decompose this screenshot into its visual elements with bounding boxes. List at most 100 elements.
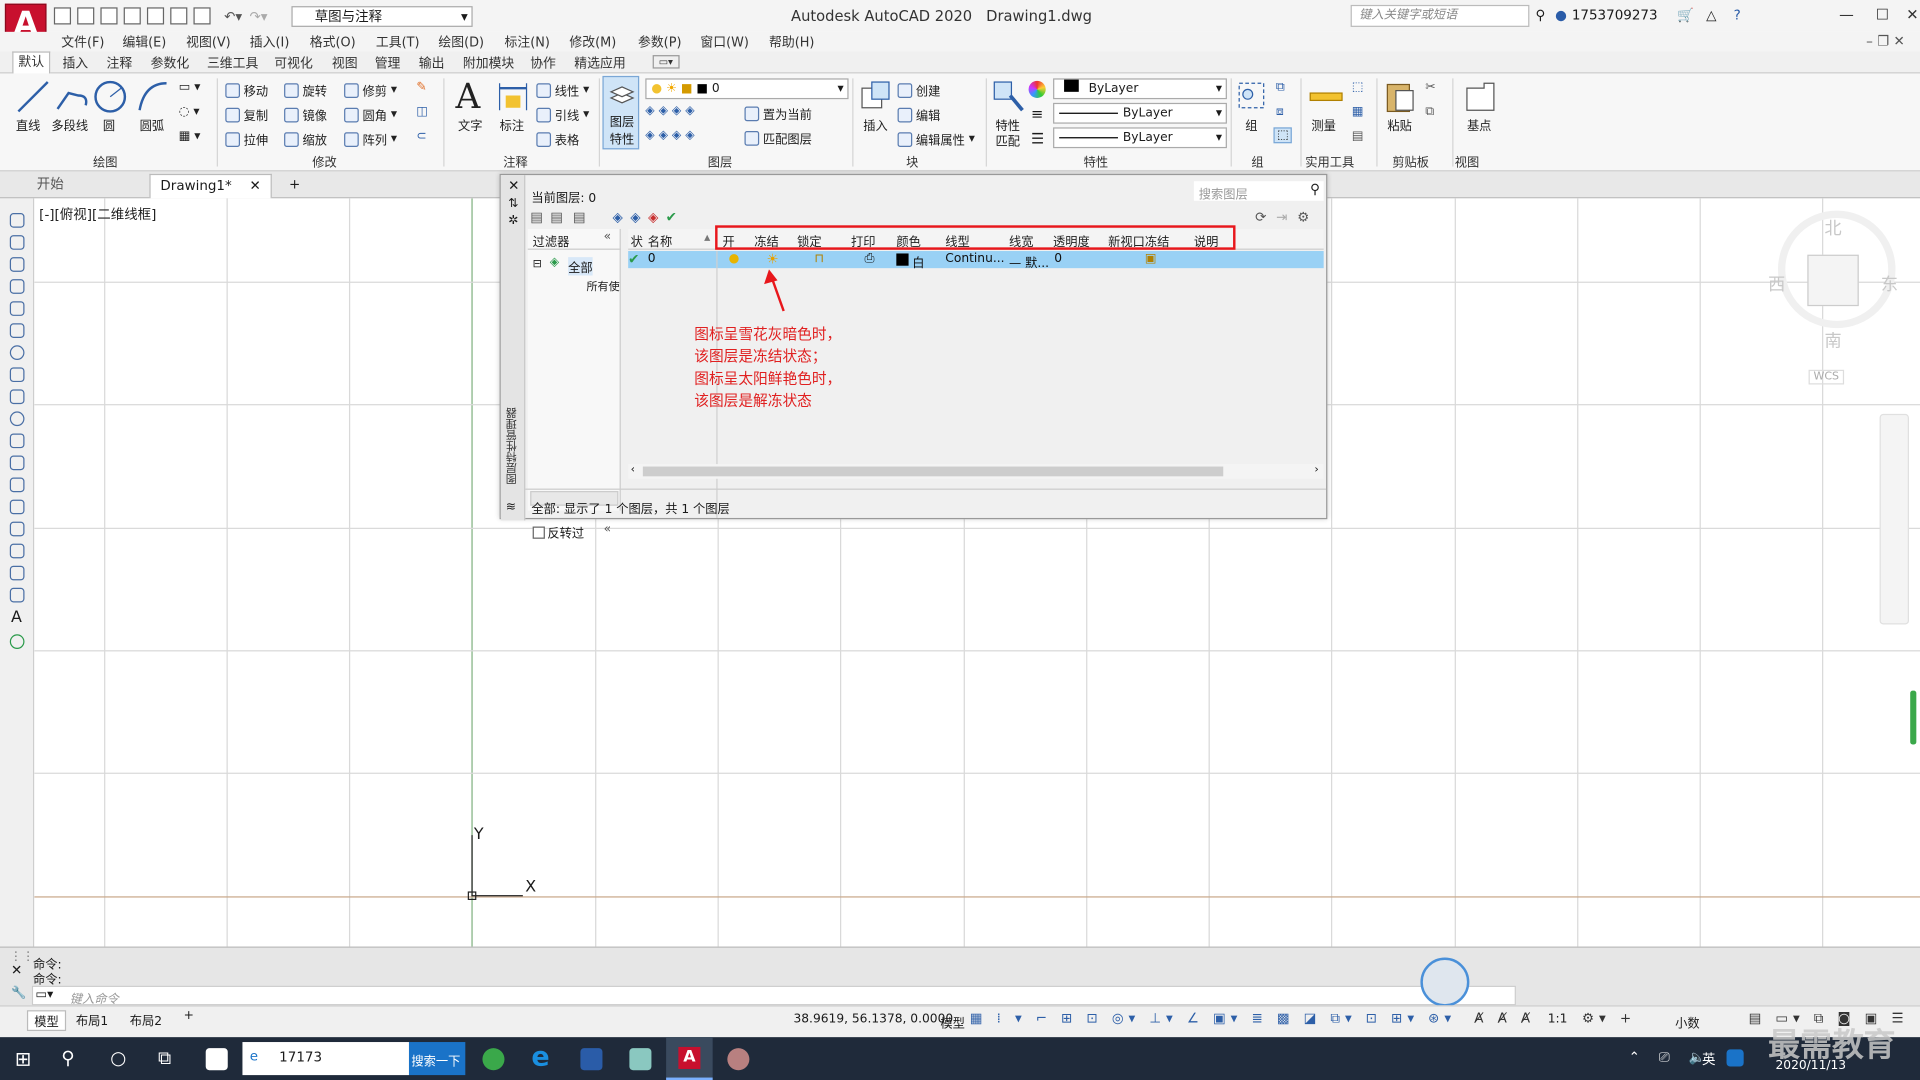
count-icon[interactable]: ▦ xyxy=(1352,105,1364,118)
refresh-icon[interactable]: ⟳ xyxy=(1255,209,1266,225)
doc-window-controls[interactable]: – ❐ ✕ xyxy=(1866,33,1905,49)
table-hscrollbar[interactable]: ‹ › xyxy=(628,464,1324,479)
minimize-icon[interactable]: — xyxy=(1839,6,1854,23)
new-tab-button[interactable]: + xyxy=(279,174,300,198)
close-palette-icon[interactable]: ✕ xyxy=(508,178,519,194)
expand-filters-icon[interactable]: « xyxy=(604,523,612,536)
app-round-icon[interactable] xyxy=(727,1048,750,1071)
quick-select-icon[interactable]: ⬚ xyxy=(1352,81,1364,94)
menu-dimension[interactable]: 标注(N) xyxy=(504,33,549,51)
layer-dropdown[interactable]: ● ☀ ■ ■ 0 ▾ xyxy=(645,78,849,100)
taskbar-search-button[interactable]: 搜索一下 xyxy=(408,1042,466,1076)
edit-block-button[interactable]: 编辑 xyxy=(897,105,940,124)
tab-view[interactable]: 视图 xyxy=(332,54,358,72)
new-property-filter-icon[interactable]: ▤ xyxy=(530,209,543,225)
cortana-icon[interactable]: ○ xyxy=(110,1047,126,1069)
task-view-icon[interactable]: ⧉ xyxy=(158,1047,171,1069)
override-icon[interactable]: ⇥ xyxy=(1276,209,1287,225)
color-dropdown[interactable]: ByLayer ▾ xyxy=(1053,78,1227,100)
annotation-scale-icons[interactable]: Ⱥ Ⱥ Ⱥ xyxy=(1474,1010,1535,1026)
layer-transparency[interactable]: 0 xyxy=(1054,252,1062,265)
wps-icon[interactable] xyxy=(580,1048,603,1071)
polygon-icon[interactable] xyxy=(9,279,25,294)
properties-panel-label[interactable]: 特性 xyxy=(1084,152,1108,170)
polyline-button[interactable]: 多段线 xyxy=(51,115,88,133)
workspace-select[interactable]: 草图与注释 ▾ xyxy=(291,6,473,27)
start-tab[interactable]: 开始 xyxy=(27,174,149,198)
menu-modify[interactable]: 修改(M) xyxy=(569,33,616,51)
clipboard-panel-label[interactable]: 剪贴板 xyxy=(1392,152,1429,170)
arc-button[interactable]: 圆弧 xyxy=(140,115,164,133)
annotation-panel-label[interactable]: 注释 xyxy=(503,152,527,170)
assistant-avatar[interactable] xyxy=(1420,957,1470,1007)
account-area[interactable]: ⚲ ● 1753709273 🛒 △ ? xyxy=(1536,7,1741,23)
circle-button[interactable]: 圆 xyxy=(103,115,115,133)
table-button[interactable]: 表格 xyxy=(536,130,579,148)
notepad-icon[interactable] xyxy=(629,1048,652,1071)
layout2-tab[interactable]: 布局2 xyxy=(130,1010,162,1028)
viewcube-west[interactable]: 西 xyxy=(1768,272,1785,296)
sun-thawed-icon[interactable]: ☀ xyxy=(767,251,779,267)
layer-properties-button[interactable]: 图层 特性 xyxy=(602,75,640,150)
windows-start-icon[interactable]: ⊞ xyxy=(15,1047,31,1070)
ungroup-icon[interactable]: ⧉ xyxy=(1276,81,1285,94)
taskbar-search-box[interactable]: e 17173 xyxy=(242,1042,409,1076)
add-selected-icon[interactable] xyxy=(9,634,25,649)
rectangle-icon[interactable]: ▭ ▾ xyxy=(179,81,201,94)
create-block-button[interactable]: 创建 xyxy=(897,81,940,99)
make-current-button[interactable]: 置为当前 xyxy=(744,104,812,122)
unlocked-icon[interactable]: ⊓ xyxy=(814,252,824,265)
layer-states-icon[interactable]: ▤ xyxy=(573,209,586,225)
viewcube-north[interactable]: 北 xyxy=(1824,216,1841,240)
copy-clip-icon[interactable]: ⧉ xyxy=(1425,105,1434,118)
a360-icon[interactable]: △ xyxy=(1706,7,1716,23)
drawing-tab[interactable]: Drawing1* ✕ xyxy=(149,173,272,199)
paste-button[interactable]: 粘贴 xyxy=(1387,115,1411,133)
linear-button[interactable]: 线性 ▾ xyxy=(536,81,589,99)
layer-lineweight[interactable]: — 默... xyxy=(1009,252,1049,270)
polyline-tool-icon[interactable] xyxy=(9,257,25,272)
qq-icon[interactable] xyxy=(1726,1049,1744,1067)
units-value[interactable]: 小数 xyxy=(1675,1013,1699,1031)
layer-linetype[interactable]: Continu... xyxy=(945,252,1004,265)
explode-icon[interactable]: ◫ xyxy=(416,105,428,118)
copy-button[interactable]: 复制 xyxy=(225,105,268,124)
new-file-icon[interactable] xyxy=(53,7,72,25)
plot-icon[interactable] xyxy=(193,7,211,25)
navigation-bar[interactable] xyxy=(1879,413,1909,625)
gradient-icon[interactable]: ▦ ▾ xyxy=(179,130,201,143)
layer-tools-row2-icon[interactable]: ◈ ◈ ◈ ◈ xyxy=(645,129,694,142)
layer-name[interactable]: 0 xyxy=(648,252,656,265)
drafting-aids-icons[interactable]: ▦ ⁞ ▾ ⌐ ⊞ ⊡ ◎▾ ⊥▾ ∠ ▣▾ ≣ ▩ ◪ ⧉▾ ⊡ ⊞▾ ⊛▾ xyxy=(970,1010,1456,1027)
tab-insert[interactable]: 插入 xyxy=(62,54,88,72)
hatch-tool-icon[interactable] xyxy=(9,521,25,537)
scroll-indicator[interactable] xyxy=(1910,690,1917,745)
match-layer-button[interactable]: 匹配图层 xyxy=(744,129,812,147)
utilities-panel-label[interactable]: 实用工具 xyxy=(1305,152,1354,170)
revcloud-icon[interactable] xyxy=(9,367,25,383)
command-customize-icon[interactable]: 🔧 xyxy=(11,987,26,1000)
maximize-icon[interactable]: ☐ xyxy=(1876,6,1889,23)
close-icon[interactable]: ✕ xyxy=(1906,6,1918,23)
viewport-controls[interactable]: [-][俯视][二维线框] xyxy=(39,204,156,224)
command-input[interactable]: ▭▾ 键入命令 xyxy=(31,985,1516,1007)
dimension-button[interactable]: 标注 xyxy=(500,115,524,133)
collapse-filters-icon[interactable]: « xyxy=(604,230,612,243)
invert-filter-checkbox[interactable] xyxy=(532,526,545,539)
tab-visualize[interactable]: 可视化 xyxy=(274,54,313,72)
binoculars-icon[interactable]: ⚲ xyxy=(1536,7,1546,23)
mtext-icon[interactable]: A xyxy=(11,609,22,627)
help-search-input[interactable]: 键入关键字或短语 xyxy=(1350,4,1530,27)
draw-panel-label[interactable]: 绘图 xyxy=(93,152,117,170)
linetype-dropdown[interactable]: ByLayer ▾ xyxy=(1053,102,1227,124)
menu-format[interactable]: 格式(O) xyxy=(310,33,356,51)
edge-icon[interactable]: e xyxy=(531,1042,549,1073)
close-tab-icon[interactable]: ✕ xyxy=(250,175,261,197)
ellipse-arc-icon[interactable] xyxy=(9,433,25,449)
color-swatch-icon[interactable] xyxy=(896,253,909,266)
viewcube-east[interactable]: 东 xyxy=(1881,272,1898,296)
coordinates-readout[interactable]: 38.9619, 56.1378, 0.0000 xyxy=(793,1013,953,1026)
tab-parametric[interactable]: 参数化 xyxy=(151,54,190,72)
autohide-icon[interactable]: ⇅ xyxy=(508,197,518,210)
system-tray-icons[interactable]: ⌃ ⎚ 🔈 xyxy=(1629,1049,1713,1066)
